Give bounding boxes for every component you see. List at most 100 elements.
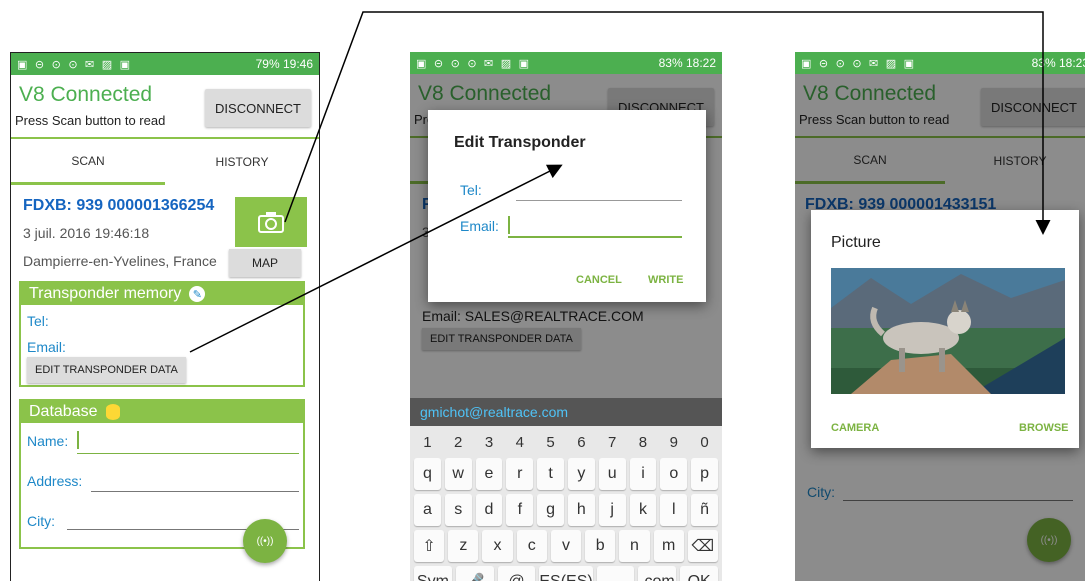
name-label: Name: <box>27 433 69 449</box>
dog-photo <box>831 268 1065 394</box>
number-key[interactable]: 4 <box>506 430 534 454</box>
number-key[interactable]: 6 <box>567 430 595 454</box>
edit-transponder-dialog: Edit Transponder Tel: Email: CANCEL WRIT… <box>428 110 706 302</box>
browse-button[interactable]: BROWSE <box>1019 422 1069 434</box>
transponder-header: Transponder memory <box>29 285 182 302</box>
number-key[interactable]: 5 <box>537 430 564 454</box>
letter-key[interactable]: u <box>598 458 626 490</box>
edit-pencil-icon[interactable]: ✎ <box>189 286 206 302</box>
letter-key[interactable]: ⌫ <box>687 530 718 562</box>
app-subtitle: Press Scan button to read <box>15 113 166 128</box>
letter-key[interactable]: b <box>585 530 616 562</box>
function-key[interactable]: OK <box>680 566 719 581</box>
transponder-memory-section: Transponder memory ✎ Tel: Email: EDIT TR… <box>19 281 305 387</box>
keyboard-row-1: qwertyuiop <box>410 458 722 490</box>
letter-key[interactable]: c <box>516 530 547 562</box>
letter-key[interactable]: f <box>506 494 534 526</box>
status-battery: 79% 19:46 <box>255 57 313 71</box>
scan-place: Dampierre-en-Yvelines, France <box>23 253 217 269</box>
letter-key[interactable]: m <box>653 530 684 562</box>
number-key[interactable]: 0 <box>691 430 718 454</box>
dialog-email-input[interactable] <box>508 236 682 238</box>
scan-date: 3 juil. 2016 19:46:18 <box>23 225 150 241</box>
address-field[interactable] <box>91 491 299 492</box>
tab-history[interactable]: HISTORY <box>165 139 319 185</box>
status-time: 19:46 <box>282 57 313 71</box>
keyboard-row-2: asdfghjklñ <box>410 494 722 526</box>
function-key[interactable]: Sym <box>414 566 452 581</box>
autocomplete-suggestion[interactable]: gmichot@realtrace.com <box>410 398 722 426</box>
letter-key[interactable]: p <box>691 458 718 490</box>
screen-picture: ▣ ⊝ ⊙ ⊙ ✉ ▨ ▣ 83% 18:23 V8 Connected Pre… <box>795 52 1085 581</box>
dialog-tel-label: Tel: <box>460 182 482 198</box>
city-label: City: <box>27 513 55 529</box>
dialog-title: Picture <box>831 234 881 251</box>
function-key[interactable]: 🎤 <box>455 566 494 581</box>
function-key[interactable]: . <box>596 566 635 581</box>
app-bar: V8 Connected Press Scan button to read D… <box>11 75 319 137</box>
disconnect-button[interactable]: DISCONNECT <box>205 89 311 127</box>
keyboard-row-3: ⇧ z x c v b n m ⌫ <box>410 530 722 562</box>
number-key[interactable]: 9 <box>660 430 688 454</box>
cancel-button[interactable]: CANCEL <box>576 274 622 286</box>
function-key[interactable]: @ <box>497 566 536 581</box>
letter-key[interactable]: w <box>444 458 472 490</box>
number-key[interactable]: 1 <box>414 430 441 454</box>
letter-key[interactable]: l <box>660 494 688 526</box>
number-key[interactable]: 3 <box>475 430 503 454</box>
status-bar: ▣ ⊝ ⊙ ⊙ ✉ ▨ ▣ 79% 19:46 <box>11 53 319 75</box>
status-bar: ▣ ⊝ ⊙ ⊙ ✉ ▨ ▣ 83% 18:23 <box>795 52 1085 74</box>
letter-key[interactable]: t <box>537 458 564 490</box>
camera-icon <box>258 212 284 233</box>
letter-key[interactable]: j <box>598 494 626 526</box>
letter-key[interactable]: g <box>537 494 564 526</box>
name-field[interactable] <box>77 453 299 454</box>
tab-scan[interactable]: SCAN <box>11 139 165 185</box>
dialog-title: Edit Transponder <box>454 134 586 151</box>
number-key[interactable]: 2 <box>444 430 472 454</box>
letter-key[interactable]: s <box>444 494 472 526</box>
fdx-id: FDXB: 939 000001366254 <box>23 197 215 214</box>
letter-key[interactable]: i <box>629 458 657 490</box>
status-bar: ▣ ⊝ ⊙ ⊙ ✉ ▨ ▣ 83% 18:22 <box>410 52 722 74</box>
letter-key[interactable]: k <box>629 494 657 526</box>
camera-action-button[interactable]: CAMERA <box>831 422 879 434</box>
letter-key[interactable]: x <box>482 530 513 562</box>
dialog-tel-input[interactable] <box>516 200 682 201</box>
database-icon <box>105 404 120 420</box>
picture-dialog: Picture CAMERA BROWSE <box>811 210 1079 448</box>
map-button[interactable]: MAP <box>229 249 301 277</box>
letter-key[interactable]: h <box>567 494 595 526</box>
scan-fab-button[interactable]: ((•)) <box>243 519 287 563</box>
notification-icons: ▣ ⊝ ⊙ ⊙ ✉ ▨ ▣ <box>17 57 133 71</box>
database-header: Database <box>29 403 98 420</box>
letter-key[interactable]: ñ <box>691 494 718 526</box>
screen-edit-transponder: ▣ ⊝ ⊙ ⊙ ✉ ▨ ▣ 83% 18:22 V8 Connected Pre… <box>410 52 722 581</box>
letter-key[interactable]: r <box>506 458 534 490</box>
edit-transponder-button[interactable]: EDIT TRANSPONDER DATA <box>27 357 186 383</box>
keyboard-number-row: 1234567890 <box>410 430 722 454</box>
tab-bar: SCAN HISTORY <box>11 137 319 185</box>
letter-key[interactable]: q <box>414 458 441 490</box>
keyboard-row-4: Sym🎤@ES(ES)..comOK <box>410 566 722 581</box>
letter-key[interactable]: o <box>660 458 688 490</box>
letter-key[interactable]: z <box>448 530 479 562</box>
address-label: Address: <box>27 473 83 489</box>
letter-key[interactable]: v <box>550 530 582 562</box>
letter-key[interactable]: y <box>567 458 595 490</box>
email-label: Email: <box>27 339 66 355</box>
letter-key[interactable]: e <box>475 458 503 490</box>
function-key[interactable]: ES(ES) <box>539 566 593 581</box>
app-title: V8 Connected <box>19 83 153 106</box>
letter-key[interactable]: d <box>475 494 503 526</box>
letter-key[interactable]: ⇧ <box>414 530 445 562</box>
tel-label: Tel: <box>27 313 49 329</box>
camera-button[interactable] <box>235 197 307 247</box>
letter-key[interactable]: a <box>414 494 441 526</box>
number-key[interactable]: 8 <box>629 430 657 454</box>
number-key[interactable]: 7 <box>598 430 626 454</box>
letter-key[interactable]: n <box>619 530 650 562</box>
write-button[interactable]: WRITE <box>648 274 683 286</box>
soft-keyboard: gmichot@realtrace.com 1234567890 qwertyu… <box>410 398 722 581</box>
function-key[interactable]: .com <box>638 566 677 581</box>
